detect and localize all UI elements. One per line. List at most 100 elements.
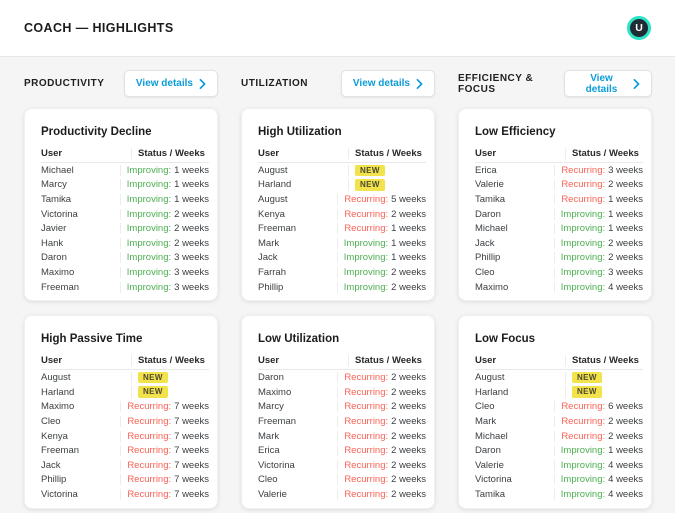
status-cell: Improving: 2 weeks [336,281,426,293]
user-name: Valerie [258,488,287,500]
status-label: Improving: [126,252,172,264]
avatar-initial: U [635,22,643,34]
column-header-user: User [258,147,280,159]
card-low-efficiency: Low Efficiency User Status / Weeks Erica Rec… [458,108,652,302]
new-badge: NEW [355,179,385,191]
table-row: Mark Improving: 1 weeks [258,236,426,251]
user-name: Cleo [258,474,278,486]
user-name: Harland [475,386,509,398]
main-content: PRODUCTIVITY View details Productivity Dec… [0,57,675,513]
weeks-value: 2 weeks [391,474,426,486]
status-label: Recurring: [344,459,389,471]
status-label: Recurring: [344,401,389,413]
table-row: Harland NEW [258,178,426,193]
chevron-right-icon [633,78,640,89]
user-name: Erica [475,164,497,176]
status-label: Recurring: [344,386,389,398]
table-row: Daron Recurring: 2 weeks [258,370,426,385]
status-cell: Improving: 4 weeks [553,281,643,293]
user-name: Jack [258,252,278,264]
user-name: Mark [258,237,280,249]
user-name: Harland [41,386,75,398]
view-details-button-utilization[interactable]: View details [340,70,435,97]
status-cell: Recurring: 1 weeks [554,193,643,205]
new-badge: NEW [138,371,168,384]
weeks-value: 7 weeks [174,401,209,413]
table-row: Phillip Recurring: 7 weeks [41,473,209,488]
status-cell: Recurring: 2 weeks [337,474,426,486]
user-name: Maximo [258,386,292,398]
status-label: Recurring: [344,415,389,427]
status-label: Improving: [343,281,389,293]
table-row: Victorina Recurring: 7 weeks [41,487,209,502]
status-cell: Improving: 1 weeks [119,193,209,205]
user-name: August [41,372,71,384]
status-cell: Improving: 4 weeks [553,474,643,486]
status-cell: Recurring: 2 weeks [337,459,426,471]
weeks-value: 7 weeks [174,488,209,500]
table-body: August NEW Harland NEW Maximo Recurring: 7 wee… [41,370,209,501]
new-badge: NEW [572,371,602,384]
status-label: Recurring: [127,401,172,413]
table-row: Kenya Recurring: 2 weeks [258,207,426,222]
status-cell: Improving: 4 weeks [553,459,643,471]
card-title: Low Efficiency [475,126,556,138]
view-details-button-productivity[interactable]: View details [123,70,218,97]
column-header-status: Status / Weeks [131,147,209,159]
weeks-value: 2 weeks [391,445,426,457]
user-name: Farrah [258,266,286,278]
status-label: Recurring: [127,488,172,500]
card-low-focus: Low Focus User Status / Weeks August NEW Harl… [458,315,652,509]
status-label: Improving: [126,208,172,220]
weeks-value: 2 weeks [391,430,426,442]
status-cell: Improving: 2 weeks [336,266,426,278]
view-details-button-efficiency-focus[interactable]: View details [564,70,652,97]
table-row: Kenya Recurring: 7 weeks [41,429,209,444]
table-row: Tamika Improving: 1 weeks [41,192,209,207]
weeks-value: 2 weeks [391,208,426,220]
status-label: Improving: [126,223,172,235]
table-row: Erica Recurring: 3 weeks [475,163,643,178]
weeks-value: 5 weeks [391,193,426,205]
weeks-value: 7 weeks [174,430,209,442]
user-name: Hank [41,237,64,249]
status-label: Recurring: [561,193,606,205]
weeks-value: 2 weeks [391,372,426,384]
user-name: Tamika [475,193,506,205]
user-name: Daron [258,372,284,384]
avatar[interactable]: U [627,16,651,40]
table-row: Daron Improving: 1 weeks [475,443,643,458]
status-label: Improving: [560,474,606,486]
weeks-value: 7 weeks [174,415,209,427]
table-row: Jack Improving: 2 weeks [475,236,643,251]
card-low-utilization: Low Utilization User Status / Weeks Daron Re… [241,315,435,509]
column-header-user: User [258,354,280,366]
weeks-value: 2 weeks [174,208,209,220]
user-name: Jack [475,237,495,249]
table-row: Maximo Recurring: 7 weeks [41,400,209,415]
user-name: Valerie [475,179,504,191]
table-row: Michael Improving: 1 weeks [41,163,209,178]
user-name: Tamika [41,193,72,205]
status-cell: Improving: 2 weeks [119,208,209,220]
status-cell: NEW [131,386,209,398]
weeks-value: 3 weeks [608,266,643,278]
status-cell: NEW [348,179,426,191]
user-name: Freeman [41,445,80,457]
weeks-value: 7 weeks [174,459,209,471]
status-label: Improving: [560,281,606,293]
view-details-label: View details [135,78,193,89]
status-label: Recurring: [561,415,606,427]
status-label: Recurring: [344,193,389,205]
status-cell: Recurring: 7 weeks [120,459,209,471]
table-row: Jack Improving: 1 weeks [258,251,426,266]
table-row: Harland NEW [41,385,209,400]
table-row: Victorina Improving: 2 weeks [41,207,209,222]
column-header-status: Status / Weeks [565,147,643,159]
table-row: Jack Recurring: 7 weeks [41,458,209,473]
status-label: Recurring: [127,415,172,427]
user-name: Victorina [41,208,78,220]
column-header-user: User [475,147,497,159]
weeks-value: 1 weeks [391,237,426,249]
user-name: Freeman [41,281,80,293]
